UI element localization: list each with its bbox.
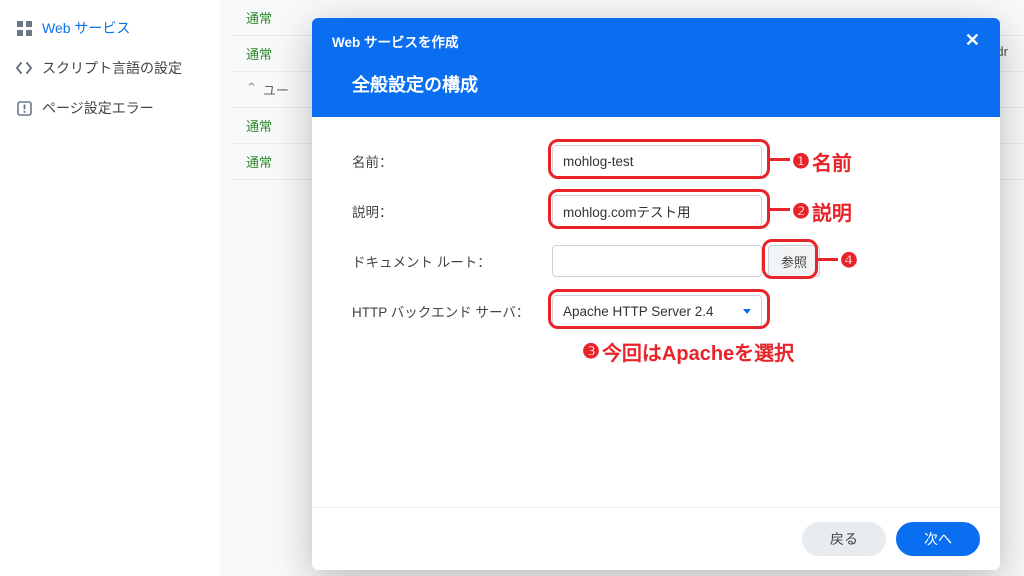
name-label: 名前： <box>352 151 552 171</box>
modal-body: 名前： 説明： ドキュメント ルート： 参照 HTTP バックエンド サーバ： … <box>312 117 1000 507</box>
anno-text-2: 説明 <box>812 197 852 226</box>
annotation-2: ❷説明 <box>792 197 852 226</box>
name-input[interactable] <box>552 145 762 177</box>
status-text: 通常 <box>246 44 272 63</box>
field-row-backend: HTTP バックエンド サーバ： Apache HTTP Server 2.4 <box>352 295 960 327</box>
anno-text-1: 名前 <box>812 147 852 176</box>
desc-label: 説明： <box>352 201 552 221</box>
backend-select[interactable]: Apache HTTP Server 2.4 <box>552 295 762 327</box>
sidebar-item-script-lang[interactable]: スクリプト言語の設定 <box>0 48 220 88</box>
sidebar-item-label: Web サービス <box>42 18 130 38</box>
modal-footer: 戻る 次へ <box>312 507 1000 570</box>
create-service-modal: Web サービスを作成 ✕ 全般設定の構成 名前： 説明： ドキュメント ルート… <box>312 18 1000 570</box>
sidebar-item-web-services[interactable]: Web サービス <box>0 8 220 48</box>
status-text: 通常 <box>246 116 272 135</box>
docroot-label: ドキュメント ルート： <box>352 251 552 271</box>
close-icon[interactable]: ✕ <box>965 30 980 51</box>
sidebar-item-label: ページ設定エラー <box>42 98 154 118</box>
anno-line-4 <box>818 258 838 261</box>
anno-num-3: ❸ <box>582 339 600 364</box>
anno-num-4: ❹ <box>840 248 858 273</box>
sidebar-item-label: スクリプト言語の設定 <box>42 58 182 78</box>
field-row-docroot: ドキュメント ルート： 参照 <box>352 245 960 277</box>
anno-line-1 <box>770 158 790 161</box>
caret-down-icon <box>743 309 751 314</box>
code-icon <box>16 60 32 76</box>
grid-icon <box>16 20 32 36</box>
anno-line-2 <box>770 208 790 211</box>
backend-label: HTTP バックエンド サーバ： <box>352 301 552 321</box>
field-row-name: 名前： <box>352 145 960 177</box>
anno-text-3: 今回はApacheを選択 <box>602 337 794 366</box>
docroot-input[interactable] <box>552 245 762 277</box>
field-row-desc: 説明： <box>352 195 960 227</box>
status-text: 通常 <box>246 8 272 27</box>
expand-text: ユー <box>263 80 289 99</box>
anno-num-1: ❶ <box>792 149 810 174</box>
modal-subtitle: 全般設定の構成 <box>312 63 1000 117</box>
next-button[interactable]: 次へ <box>896 522 980 556</box>
chevron-down-icon: ⌃ <box>246 80 257 99</box>
annotation-1: ❶名前 <box>792 147 852 176</box>
sidebar-item-page-errors[interactable]: ページ設定エラー <box>0 88 220 128</box>
warning-icon <box>16 100 32 116</box>
sidebar: Web サービス スクリプト言語の設定 ページ設定エラー <box>0 0 220 576</box>
anno-num-2: ❷ <box>792 199 810 224</box>
modal-title: Web サービスを作成 <box>332 31 459 51</box>
backend-value: Apache HTTP Server 2.4 <box>563 304 714 319</box>
back-button[interactable]: 戻る <box>802 522 886 556</box>
browse-button[interactable]: 参照 <box>768 245 820 277</box>
desc-input[interactable] <box>552 195 762 227</box>
annotation-4: ❹ <box>840 248 858 273</box>
annotation-3: ❸今回はApacheを選択 <box>582 337 794 366</box>
status-text: 通常 <box>246 152 272 171</box>
modal-header: Web サービスを作成 ✕ <box>312 18 1000 63</box>
